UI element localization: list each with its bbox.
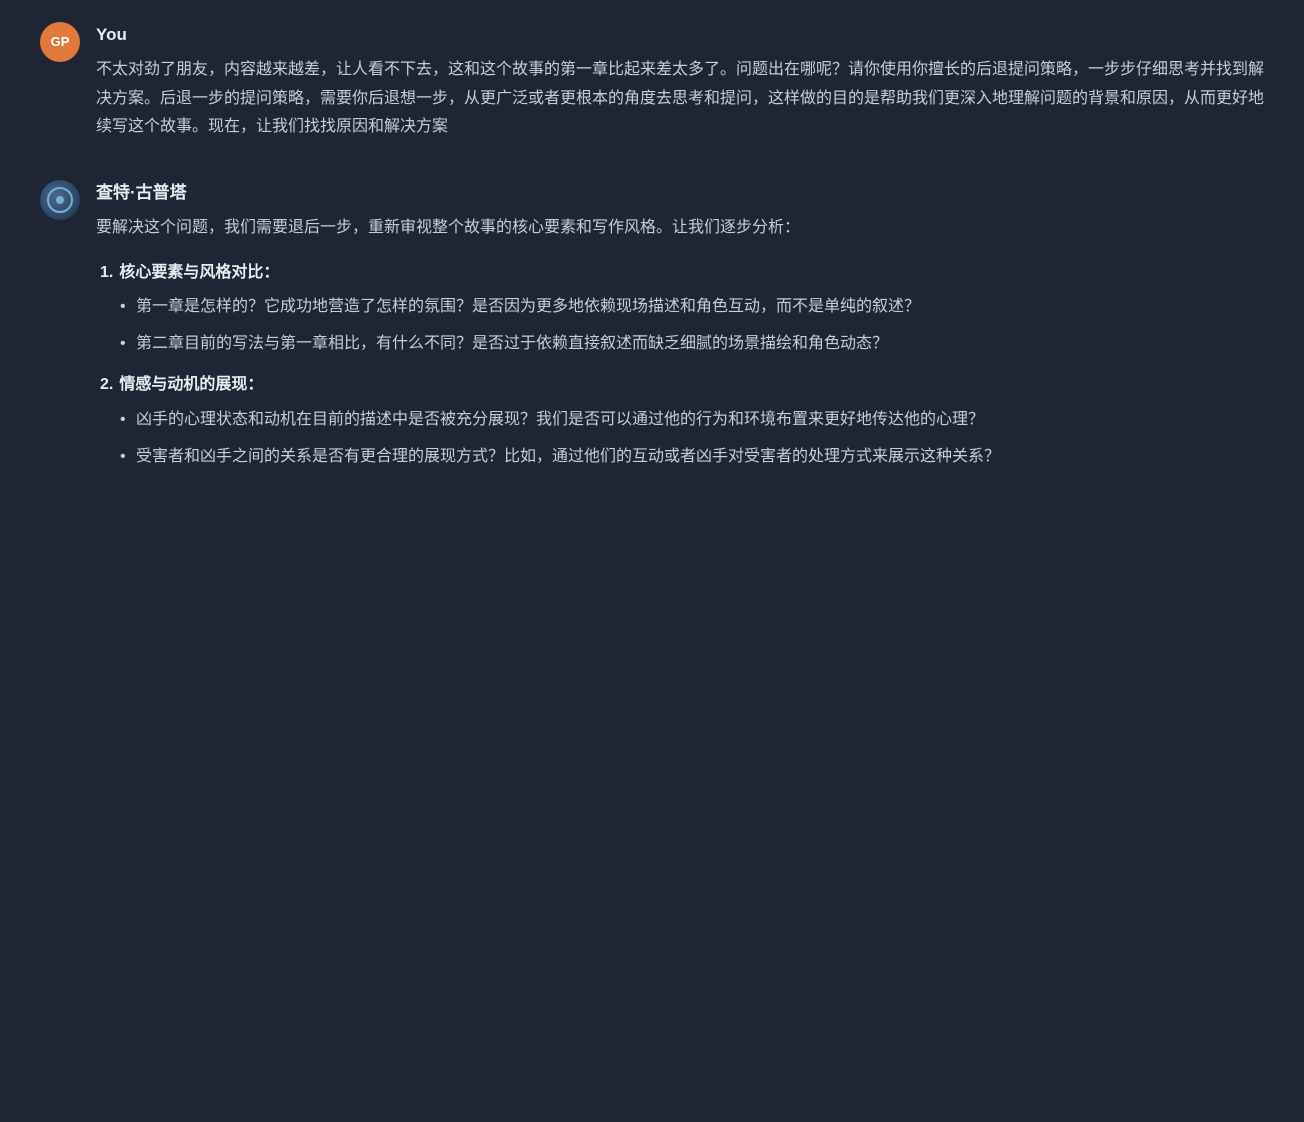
numbered-item-2: 2. 情感与动机的展现： 凶手的心理状态和动机在目前的描述中是否被充分展现？我们… — [100, 371, 1264, 471]
user-message-content: You 不太对劲了朋友，内容越来越差，让人看不下去，这和这个故事的第一章比起来差… — [96, 20, 1264, 142]
list-item: 凶手的心理状态和动机在目前的描述中是否被充分展现？我们是否可以通过他的行为和环境… — [120, 406, 1264, 435]
list-item: 第二章目前的写法与第一章相比，有什么不同？是否过于依赖直接叙述而缺乏细腻的场景描… — [120, 330, 1264, 359]
user-avatar: GP — [40, 22, 80, 62]
chat-container: GP You 不太对劲了朋友，内容越来越差，让人看不下去，这和这个故事的第一章比… — [0, 0, 1304, 539]
user-message-block: GP You 不太对劲了朋友，内容越来越差，让人看不下去，这和这个故事的第一章比… — [40, 20, 1264, 142]
ai-avatar — [40, 180, 80, 220]
list-item: 第一章是怎样的？它成功地营造了怎样的氛围？是否因为更多地依赖现场描述和角色互动，… — [120, 293, 1264, 322]
ai-intro: 要解决这个问题，我们需要退后一步，重新审视整个故事的核心要素和写作风格。让我们逐… — [96, 214, 1264, 243]
ai-sender-name: 查特·古普塔 — [96, 178, 1264, 208]
ai-numbered-list: 1. 核心要素与风格对比： 第一章是怎样的？它成功地营造了怎样的氛围？是否因为更… — [96, 259, 1264, 472]
section-2-header: 2. 情感与动机的展现： — [100, 371, 1264, 400]
ai-message-text: 要解决这个问题，我们需要退后一步，重新审视整个故事的核心要素和写作风格。让我们逐… — [96, 214, 1264, 472]
section-1-bullets: 第一章是怎样的？它成功地营造了怎样的氛围？是否因为更多地依赖现场描述和角色互动，… — [120, 293, 1264, 359]
ai-avatar-inner — [40, 180, 80, 220]
section-1-title: 核心要素与风格对比： — [119, 259, 279, 288]
user-sender-name: You — [96, 20, 1264, 50]
section-2-title: 情感与动机的展现： — [119, 371, 263, 400]
numbered-item-1: 1. 核心要素与风格对比： 第一章是怎样的？它成功地营造了怎样的氛围？是否因为更… — [100, 259, 1264, 359]
user-message-text: 不太对劲了朋友，内容越来越差，让人看不下去，这和这个故事的第一章比起来差太多了。… — [96, 56, 1264, 142]
list-item: 受害者和凶手之间的关系是否有更合理的展现方式？比如，通过他们的互动或者凶手对受害… — [120, 443, 1264, 472]
section-2-number: 2. — [100, 371, 113, 400]
ai-message-block: 查特·古普塔 要解决这个问题，我们需要退后一步，重新审视整个故事的核心要素和写作… — [40, 178, 1264, 483]
ai-message-content: 查特·古普塔 要解决这个问题，我们需要退后一步，重新审视整个故事的核心要素和写作… — [96, 178, 1264, 483]
section-1-header: 1. 核心要素与风格对比： — [100, 259, 1264, 288]
section-1-number: 1. — [100, 259, 113, 288]
user-avatar-initials: GP — [51, 31, 70, 54]
section-2-bullets: 凶手的心理状态和动机在目前的描述中是否被充分展现？我们是否可以通过他的行为和环境… — [120, 406, 1264, 472]
